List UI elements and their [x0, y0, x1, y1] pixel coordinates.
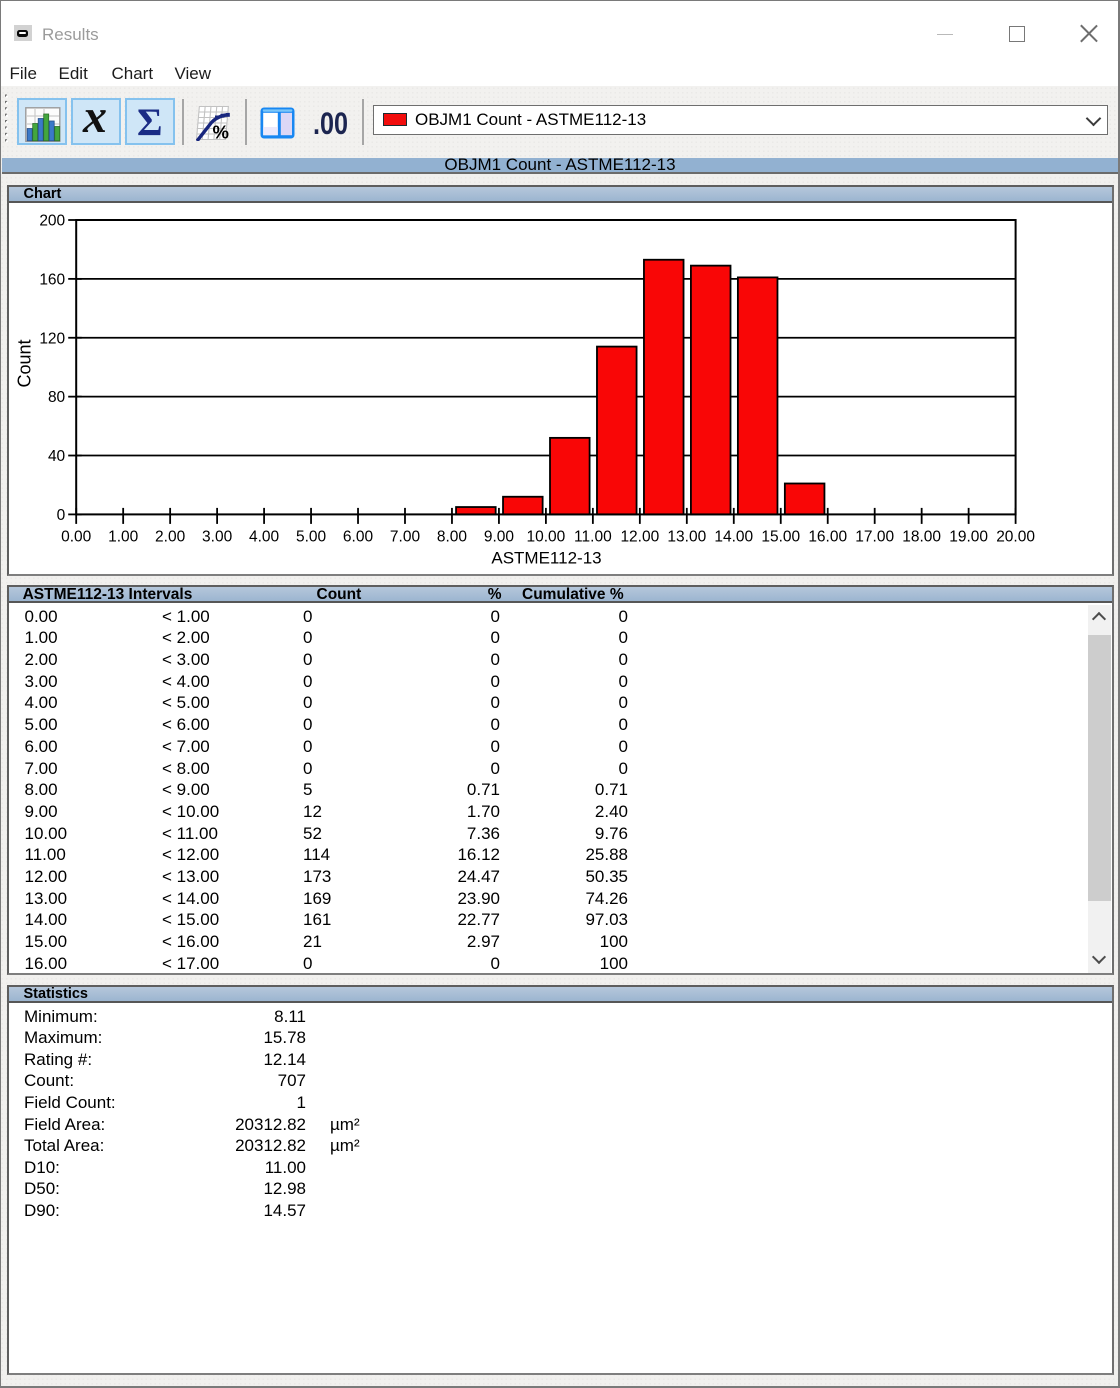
- svg-text:14.00: 14.00: [714, 528, 753, 545]
- svg-text:16.00: 16.00: [808, 528, 847, 545]
- svg-text:40: 40: [48, 448, 66, 465]
- svg-text:15.00: 15.00: [761, 528, 800, 545]
- svg-text:7.00: 7.00: [390, 528, 421, 545]
- svg-text:6.00: 6.00: [343, 528, 374, 545]
- svg-text:5.00: 5.00: [296, 528, 327, 545]
- svg-text:12.00: 12.00: [620, 528, 659, 545]
- svg-text:17.00: 17.00: [855, 528, 894, 545]
- svg-text:11.00: 11.00: [574, 528, 612, 545]
- svg-text:18.00: 18.00: [902, 528, 941, 545]
- svg-text:3.00: 3.00: [202, 528, 233, 545]
- svg-text:%: %: [213, 121, 229, 141]
- svg-text:9.00: 9.00: [484, 528, 515, 545]
- svg-text:1.00: 1.00: [108, 528, 139, 545]
- svg-text:20.00: 20.00: [996, 528, 1035, 545]
- svg-text:8.00: 8.00: [437, 528, 468, 545]
- svg-text:0.00: 0.00: [61, 528, 92, 545]
- svg-text:120: 120: [39, 330, 65, 347]
- svg-text:200: 200: [39, 213, 65, 230]
- svg-text:0: 0: [57, 507, 66, 524]
- svg-text:10.00: 10.00: [527, 528, 566, 545]
- svg-text:160: 160: [39, 271, 65, 288]
- svg-text:19.00: 19.00: [949, 528, 988, 545]
- svg-text:Count: Count: [15, 339, 35, 387]
- svg-text:80: 80: [48, 389, 66, 406]
- svg-text:ASTME112-13: ASTME112-13: [491, 549, 601, 568]
- svg-text:2.00: 2.00: [155, 528, 186, 545]
- svg-text:13.00: 13.00: [667, 528, 706, 545]
- svg-text:4.00: 4.00: [249, 528, 280, 545]
